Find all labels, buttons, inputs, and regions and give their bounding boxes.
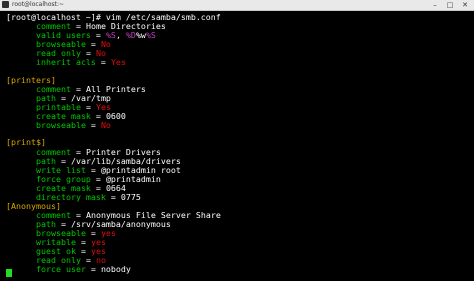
close-button[interactable]: ✕: [458, 0, 472, 10]
minimize-button[interactable]: –: [428, 0, 442, 10]
text-cursor: [6, 269, 12, 277]
macro-token: %w: [135, 30, 146, 40]
config-line: force user = nobody: [35, 264, 131, 274]
config-key: browseable: [35, 120, 86, 130]
section-header: [print$]: [6, 137, 46, 147]
config-value: Yes: [110, 57, 126, 67]
terminal-icon: [2, 1, 9, 8]
config-key: force user: [35, 264, 86, 274]
title-bar[interactable]: root@localhost:~ – □ ✕: [0, 0, 474, 11]
separator-token: ,: [115, 30, 126, 40]
config-key: inherit acls: [35, 57, 96, 67]
macro-token: %D: [125, 30, 136, 40]
terminal-window: root@localhost:~ – □ ✕ [root@localhost ~…: [0, 0, 474, 281]
maximize-button[interactable]: □: [443, 0, 457, 10]
config-value: No: [100, 120, 111, 130]
window-title: root@localhost:~: [12, 1, 65, 8]
config-line: browseable = No: [35, 120, 111, 130]
config-value: 0775: [120, 192, 141, 202]
macro-token: %S: [145, 30, 156, 40]
terminal-body[interactable]: [root@localhost ~]# vim /etc/samba/smb.c…: [0, 11, 474, 281]
config-line: inherit acls = Yes: [35, 57, 126, 67]
config-value: nobody: [100, 264, 131, 274]
